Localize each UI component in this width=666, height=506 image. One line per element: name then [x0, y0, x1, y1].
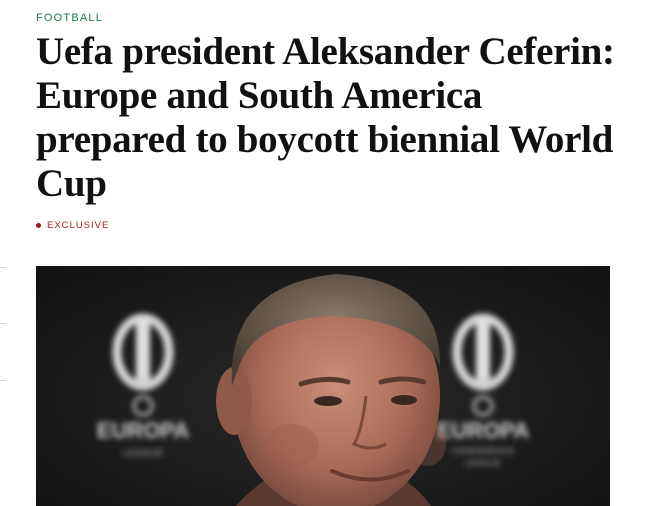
edge-divider: [0, 380, 6, 381]
tag-dot-icon: [36, 223, 41, 228]
conference-league-logo-right: [452, 313, 514, 417]
section-label[interactable]: FOOTBALL: [36, 12, 103, 24]
exclusive-tag-label: EXCLUSIVE: [47, 220, 110, 231]
logo-left-text-1: EUROPA: [97, 418, 190, 443]
logo-right-text-1: EUROPA: [437, 418, 530, 443]
exclusive-tag: EXCLUSIVE: [36, 220, 109, 231]
logo-left-text-2: LEAGUE: [123, 448, 164, 459]
logo-right-text-3: LEAGUE: [465, 458, 502, 468]
edge-divider: [0, 267, 6, 268]
hero-image-illustration: EUROPA LEAGUE EUROPA CONFERENCE LEAGUE: [97, 274, 530, 506]
article-headline: Uefa president Aleksander Ceferin: Europ…: [36, 30, 615, 205]
logo-right-text-2: CONFERENCE: [451, 446, 514, 456]
article-hero-image[interactable]: EUROPA LEAGUE EUROPA CONFERENCE LEAGUE: [36, 266, 610, 506]
europa-league-logo-left: [112, 313, 174, 417]
person-portrait: [216, 274, 446, 506]
edge-divider: [0, 323, 6, 324]
